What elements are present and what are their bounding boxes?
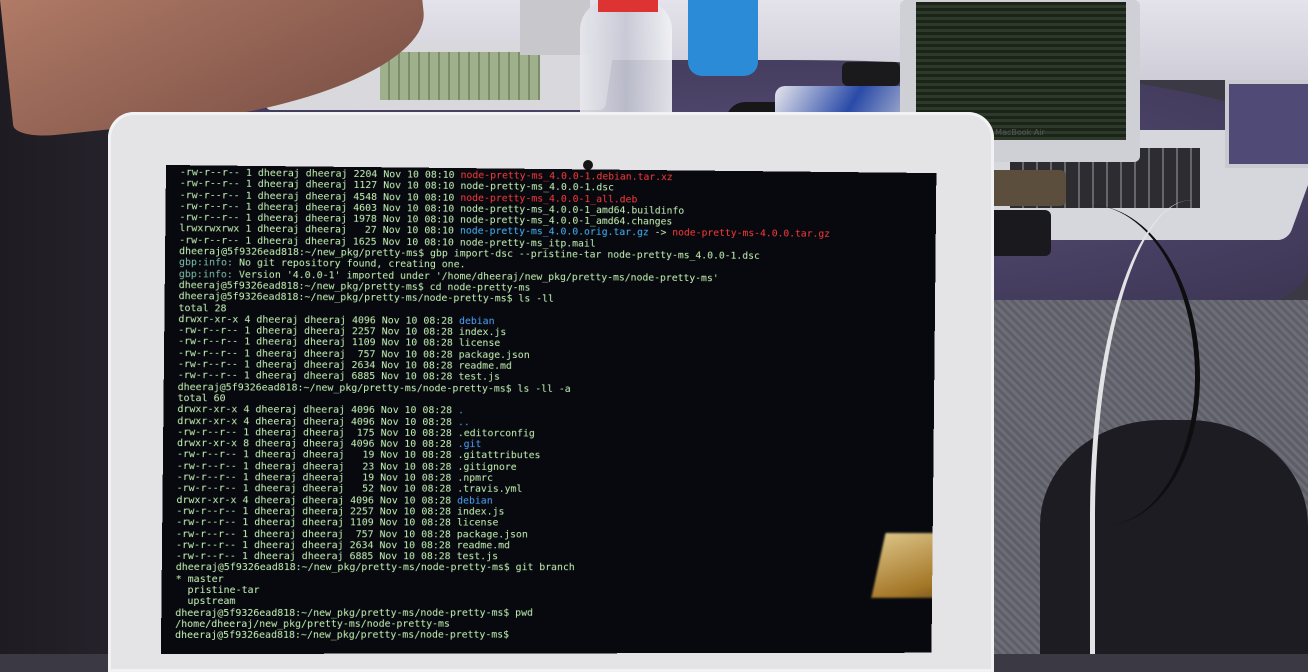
- terminal-text: drwxr-xr-x 4 dheeraj dheeraj 4096 Nov 10…: [177, 404, 458, 416]
- far-laptop: [1225, 80, 1308, 168]
- terminal-line: upstream: [175, 596, 920, 608]
- terminal-text: debian: [457, 495, 493, 506]
- terminal-line: -rw-r--r-- 1 dheeraj dheeraj 757 Nov 10 …: [176, 529, 921, 541]
- terminal-text: node-pretty-ms-4.0.0.tar.gz: [672, 228, 830, 240]
- terminal-text: -rw-r--r-- 1 dheeraj dheeraj 2257 Nov 10…: [176, 506, 504, 518]
- terminal-line: /home/dheeraj/new_pkg/pretty-ms/node-pre…: [175, 618, 920, 630]
- terminal-text: ..: [458, 417, 470, 428]
- bottle-cap: [598, 0, 658, 12]
- terminal-text: -rw-r--r-- 1 dheeraj dheeraj 757 Nov 10 …: [176, 529, 528, 540]
- terminal-text: debian: [459, 316, 495, 327]
- terminal-text: total 60: [177, 393, 225, 404]
- terminal-text: dheeraj@5f9326ead818:~/new_pkg/pretty-ms…: [178, 382, 571, 395]
- wristwatch: [842, 62, 900, 86]
- laptop-keyboard: [380, 52, 540, 100]
- terminal-text: upstream: [175, 596, 235, 607]
- terminal-text: gbp:info:: [179, 257, 233, 268]
- terminal-line: * master: [176, 574, 921, 585]
- terminal-text: dheeraj@5f9326ead818:~/new_pkg/pretty-ms…: [179, 291, 554, 305]
- terminal-text: ->: [649, 228, 673, 239]
- terminal-text: total 28: [178, 303, 226, 314]
- terminal-text: drwxr-xr-x 4 dheeraj dheeraj 4096 Nov 10…: [177, 416, 458, 428]
- terminal-text: /home/dheeraj/new_pkg/pretty-ms/node-pre…: [175, 619, 450, 630]
- terminal-line: pristine-tar: [175, 585, 920, 596]
- terminal-text: dheeraj@5f9326ead818:~/new_pkg/pretty-ms…: [175, 607, 533, 618]
- terminal-text: -rw-r--r-- 1 dheeraj dheeraj 23 Nov 10 0…: [177, 461, 517, 473]
- terminal-output: -rw-r--r-- 1 dheeraj dheeraj 2204 Nov 10…: [175, 167, 925, 641]
- terminal-text: drwxr-xr-x 8 dheeraj dheeraj 4096 Nov 10…: [177, 438, 458, 450]
- terminal-text: node-pretty-ms_itp.mail: [460, 237, 596, 249]
- terminal-text: .: [458, 406, 464, 417]
- terminal-text: drwxr-xr-x 4 dheeraj dheeraj 4096 Nov 10…: [176, 495, 457, 507]
- terminal-text: -rw-r--r-- 1 dheeraj dheeraj 175 Nov 10 …: [177, 427, 535, 439]
- terminal-line: -rw-r--r-- 1 dheeraj dheeraj 6885 Nov 10…: [176, 551, 921, 563]
- terminal-text: -rw-r--r-- 1 dheeraj dheeraj 19 Nov 10 0…: [177, 472, 493, 484]
- terminal-line: dheeraj@5f9326ead818:~/new_pkg/pretty-ms…: [175, 607, 920, 619]
- terminal-line: dheeraj@5f9326ead818:~/new_pkg/pretty-ms…: [176, 562, 921, 574]
- terminal-text: -rw-r--r-- 1 dheeraj dheeraj 19 Nov 10 0…: [177, 449, 541, 461]
- terminal-text: dheeraj@5f9326ead818:~/new_pkg/pretty-ms…: [175, 630, 509, 641]
- terminal-text: -rw-r--r-- 1 dheeraj dheeraj 2634 Nov 10…: [176, 540, 510, 551]
- terminal-text: * master: [176, 574, 224, 585]
- terminal-text: -rw-r--r-- 1 dheeraj dheeraj 1109 Nov 10…: [176, 517, 498, 528]
- terminal-text: .git: [458, 439, 482, 450]
- terminal-text: pristine-tar: [175, 585, 259, 596]
- terminal-text: -rw-r--r-- 1 dheeraj dheeraj 52 Nov 10 0…: [177, 483, 523, 495]
- terminal-text: -rw-r--r-- 1 dheeraj dheeraj 6885 Nov 10…: [176, 551, 498, 562]
- terminal-line: -rw-r--r-- 1 dheeraj dheeraj 2634 Nov 10…: [176, 540, 921, 552]
- terminal-screen: -rw-r--r-- 1 dheeraj dheeraj 2204 Nov 10…: [161, 165, 937, 654]
- blue-bottle: [688, 0, 758, 76]
- terminal-text: dheeraj@5f9326ead818:~/new_pkg/pretty-ms…: [176, 562, 575, 573]
- terminal-text: gbp:info:: [179, 269, 233, 280]
- terminal-line: dheeraj@5f9326ead818:~/new_pkg/pretty-ms…: [175, 629, 920, 641]
